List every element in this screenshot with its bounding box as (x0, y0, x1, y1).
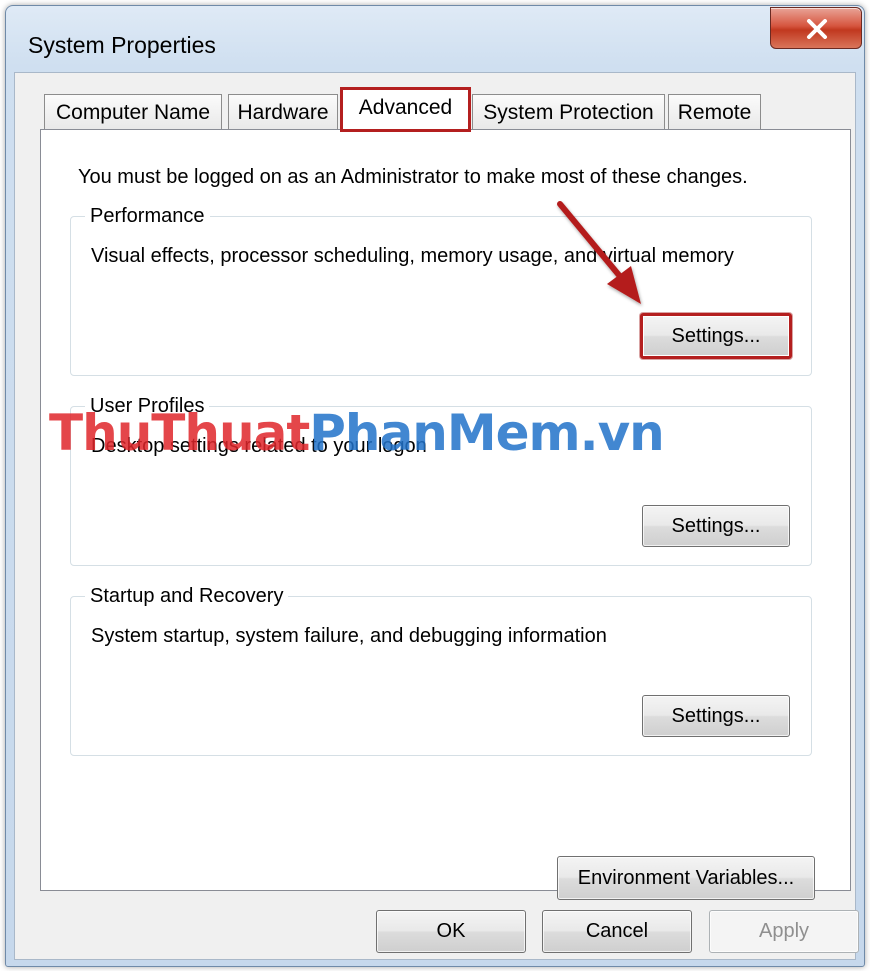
environment-variables-button[interactable]: Environment Variables... (557, 856, 815, 900)
startup-recovery-description: System startup, system failure, and debu… (91, 625, 607, 647)
dialog-client-area: Computer Name Hardware Advanced System P… (14, 72, 859, 960)
watermark-part-3: .vn (579, 404, 665, 462)
cancel-button[interactable]: Cancel (542, 910, 692, 953)
performance-settings-button[interactable]: Settings... (640, 313, 792, 359)
admin-note: You must be logged on as an Administrato… (78, 166, 748, 188)
tab-system-protection[interactable]: System Protection (472, 94, 665, 130)
watermark-part-2: PhanMem (309, 404, 580, 462)
window-title: System Properties (28, 32, 216, 58)
startup-recovery-group-title: Startup and Recovery (85, 584, 289, 608)
startup-recovery-settings-button[interactable]: Settings... (642, 695, 790, 737)
tab-advanced[interactable]: Advanced (340, 87, 471, 132)
close-button[interactable] (770, 7, 862, 49)
ok-button[interactable]: OK (376, 910, 526, 953)
tab-computer-name[interactable]: Computer Name (44, 94, 222, 130)
performance-group-title: Performance (85, 204, 210, 228)
startup-recovery-group: Startup and Recovery System startup, sys… (70, 584, 812, 756)
watermark-part-1: ThuThuat (49, 404, 310, 462)
advanced-tab-page: You must be logged on as an Administrato… (40, 129, 851, 900)
title-bar[interactable]: System Properties (6, 6, 864, 68)
tab-hardware[interactable]: Hardware (228, 94, 338, 130)
system-properties-window: System Properties Computer Name Hardware… (5, 5, 865, 967)
performance-group: Performance Visual effects, processor sc… (70, 204, 812, 376)
apply-button[interactable]: Apply (709, 910, 859, 953)
tab-remote[interactable]: Remote (668, 94, 761, 130)
user-profiles-settings-button[interactable]: Settings... (642, 505, 790, 547)
close-icon (807, 19, 827, 39)
annotation-arrow-icon (557, 201, 641, 304)
watermark-logo: ThuThuatPhanMem.vn (49, 404, 665, 462)
